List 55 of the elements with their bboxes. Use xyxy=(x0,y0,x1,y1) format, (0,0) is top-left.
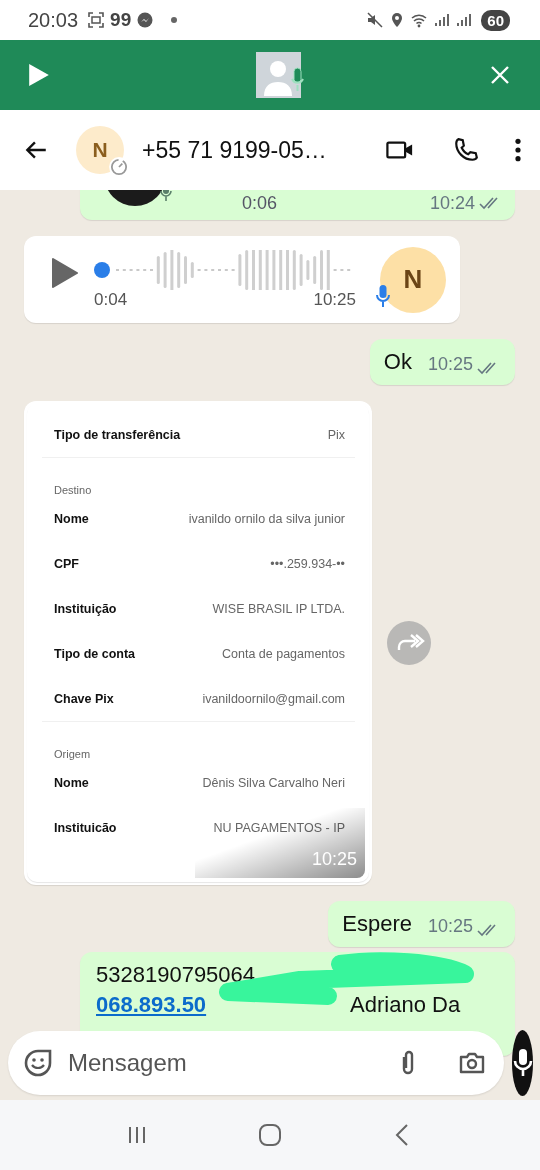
receipt-value: ivanildo ornilo da silva junior xyxy=(188,511,345,526)
phone-link[interactable]: 068.893.50 xyxy=(96,990,207,1020)
battery-level: 60 xyxy=(481,9,510,31)
receipt-value: NU PAGAMENTOS - IP xyxy=(213,820,345,835)
home-icon[interactable] xyxy=(258,1123,282,1147)
messenger-icon xyxy=(137,12,154,28)
receipt-label: Instituição xyxy=(54,601,117,616)
wifi-icon xyxy=(411,12,428,28)
section-heading: Destino xyxy=(54,484,92,496)
notification-count: 99 xyxy=(110,9,132,31)
message-time: 10:25 xyxy=(311,849,357,870)
receipt-value: Dênis Silva Carvalho Neri xyxy=(202,775,345,790)
receipt-label: Tipo de transferência xyxy=(54,427,181,442)
receipt-value: •••.259.934-•• xyxy=(270,556,345,571)
phone-icon[interactable] xyxy=(452,137,480,163)
section-heading: Origem xyxy=(54,748,91,760)
record-button[interactable] xyxy=(512,1030,533,1096)
message-text: Espere xyxy=(342,911,412,937)
receipt-value: Pix xyxy=(327,427,345,442)
message-time: 10:25 xyxy=(313,289,356,310)
receipt-value: ivanildoornilo@gmail.com xyxy=(202,691,345,706)
more-options-icon[interactable] xyxy=(514,137,522,163)
close-icon[interactable] xyxy=(490,65,510,85)
play-icon[interactable] xyxy=(28,63,50,87)
message-text: Adriano Da xyxy=(350,991,461,1019)
receipt-label: CPF xyxy=(54,556,79,571)
status-time: 20:03 xyxy=(28,8,79,32)
message-time: 10:25 xyxy=(427,354,473,375)
receipt-label: Tipo de conta xyxy=(54,646,136,661)
timer-icon xyxy=(108,156,130,178)
message-text: 5328190795064 xyxy=(96,961,257,989)
microphone-icon xyxy=(376,284,390,308)
mute-icon xyxy=(367,12,384,28)
screenshot-icon xyxy=(88,12,105,28)
avatar-icon xyxy=(256,52,306,98)
signal-icon xyxy=(455,12,472,28)
receipt-label: Instituicão xyxy=(54,820,117,835)
dot-icon xyxy=(171,17,178,23)
sticker-icon[interactable] xyxy=(24,1049,52,1077)
voice-duration: 0:04 xyxy=(94,289,128,310)
contact-name[interactable]: +55 71 9199-05… xyxy=(142,136,327,164)
message-field[interactable]: Mensagem xyxy=(66,1048,380,1078)
play-icon[interactable] xyxy=(52,257,78,288)
message-time: 10:24 xyxy=(429,192,475,214)
receipt-label: Chave Pix xyxy=(54,691,114,706)
message-input[interactable]: Mensagem xyxy=(8,1031,504,1095)
signal-icon xyxy=(433,12,450,28)
receipt-value: WISE BRASIL IP LTDA. xyxy=(212,601,345,616)
message-time: 10:25 xyxy=(427,916,473,937)
voice-duration: 0:06 xyxy=(242,192,278,214)
message-text: Ok xyxy=(383,349,412,375)
receipt-label: Nome xyxy=(54,775,89,790)
receipt-value: Conta de pagamentos xyxy=(222,646,345,661)
receipt-label: Nome xyxy=(54,511,89,526)
sender-avatar: N xyxy=(380,246,446,313)
